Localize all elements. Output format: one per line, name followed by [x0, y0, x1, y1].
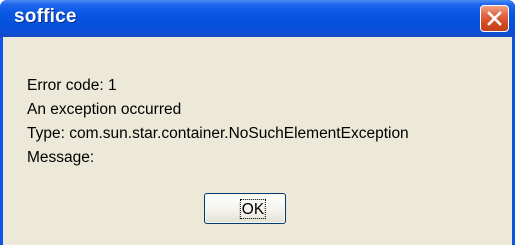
exception-text: An exception occurred [27, 101, 182, 118]
close-icon [487, 11, 502, 26]
title-bar[interactable]: soffice [0, 0, 515, 37]
message-label: Message: [27, 149, 95, 166]
error-code-text: Error code: 1 [27, 77, 117, 94]
ok-button-label: OK [239, 199, 267, 219]
window-title: soffice [14, 6, 77, 27]
ok-button[interactable]: OK [204, 193, 286, 224]
error-dialog-window: soffice Error code: 1 An exception occur… [0, 0, 515, 245]
exception-type-text: Type: com.sun.star.container.NoSuchEleme… [27, 125, 409, 142]
dialog-body: Error code: 1 An exception occurred Type… [3, 37, 512, 245]
close-button[interactable] [480, 5, 509, 32]
